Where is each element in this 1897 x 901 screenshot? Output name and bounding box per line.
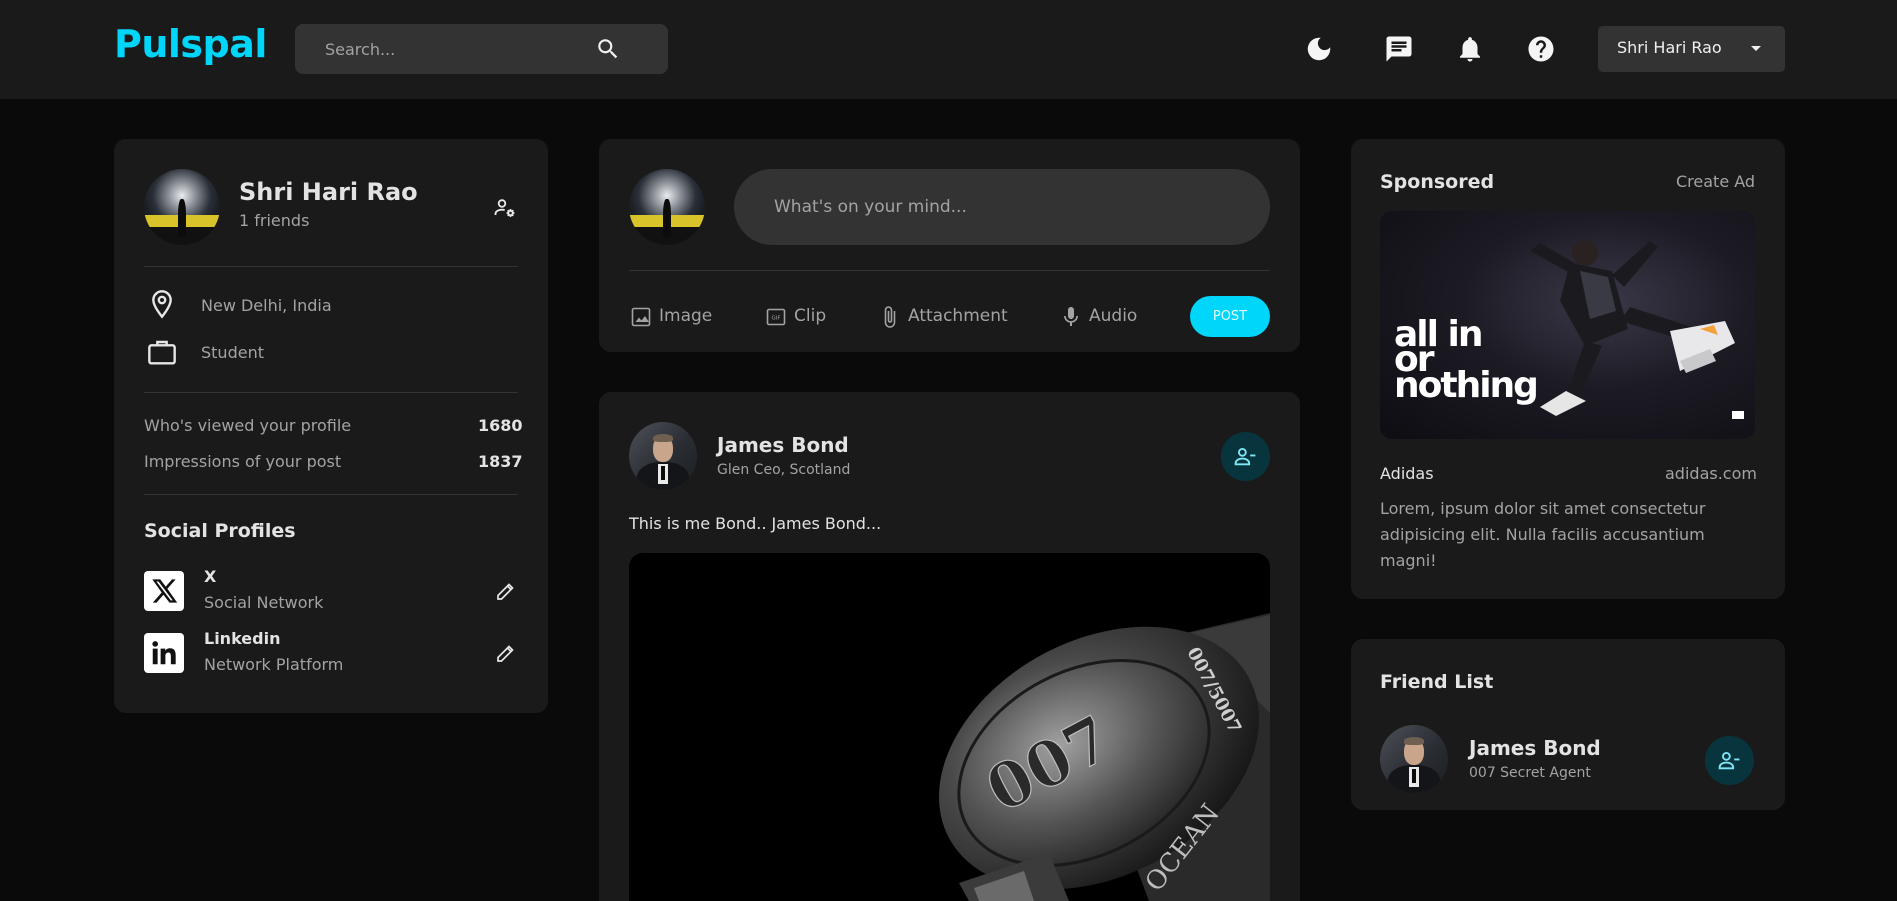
post-submit-button[interactable]: POST — [1190, 296, 1270, 337]
search-bar — [295, 24, 668, 74]
profile-avatar[interactable] — [144, 169, 220, 245]
friend-avatar[interactable] — [1380, 725, 1448, 793]
footballer-figure — [1530, 240, 1735, 416]
create-ad-link[interactable]: Create Ad — [1676, 172, 1755, 191]
social-type-linkedin: Network Platform — [204, 655, 344, 674]
manage-accounts-icon[interactable] — [493, 196, 517, 220]
profile-divider — [144, 392, 518, 393]
sponsored-heading: Sponsored — [1380, 171, 1495, 193]
linkedin-logo-icon — [144, 633, 184, 673]
profile-divider — [144, 266, 518, 267]
add-audio-label: Audio — [1089, 306, 1138, 326]
post-image[interactable]: 007 007/5007 OCEAN — [629, 553, 1270, 901]
edit-pencil-icon[interactable] — [494, 579, 518, 603]
profile-divider — [144, 494, 518, 495]
svg-text:GIF: GIF — [771, 316, 780, 322]
social-profiles-heading: Social Profiles — [144, 520, 296, 542]
profile-name[interactable]: Shri Hari Rao — [239, 178, 418, 206]
add-image-label: Image — [659, 306, 713, 326]
ad-text-line-3: nothing — [1394, 365, 1537, 406]
post-author-location: Glen Ceo, Scotland — [717, 462, 851, 478]
social-name-linkedin: Linkedin — [204, 629, 281, 648]
image-icon — [631, 307, 651, 327]
composer-divider — [629, 270, 1270, 271]
user-menu-dropdown[interactable]: Shri Hari Rao — [1598, 26, 1785, 72]
post-text: This is me Bond.. James Bond... — [629, 514, 882, 533]
help-icon[interactable] — [1526, 34, 1556, 64]
briefcase-icon — [148, 340, 176, 365]
friend-subtitle: 007 Secret Agent — [1469, 765, 1591, 781]
profile-occupation: Student — [201, 343, 264, 362]
social-name-x: X — [204, 567, 217, 586]
friend-name[interactable]: James Bond — [1469, 736, 1601, 760]
edit-pencil-icon[interactable] — [494, 641, 518, 665]
search-input[interactable] — [295, 24, 595, 74]
user-menu-name: Shri Hari Rao — [1617, 38, 1722, 57]
location-pin-icon — [152, 290, 172, 319]
person-remove-icon — [1718, 751, 1740, 770]
add-clip-button[interactable]: GIF Clip — [764, 303, 826, 331]
microphone-icon — [1064, 307, 1078, 326]
chat-icon[interactable] — [1384, 34, 1414, 64]
composer-avatar — [629, 169, 705, 245]
app-logo[interactable]: Pulspal — [114, 22, 267, 66]
stat-value-profile-views: 1680 — [478, 416, 523, 435]
ad-photo: all in or nothing — [1394, 240, 1744, 419]
add-clip-label: Clip — [794, 306, 827, 326]
add-image-button[interactable]: Image — [629, 303, 713, 331]
attachment-icon — [884, 306, 896, 328]
watch-photo: 007 007/5007 OCEAN — [939, 613, 1270, 901]
gif-icon: GIF — [766, 308, 786, 326]
post-author-name[interactable]: James Bond — [717, 433, 849, 457]
friend-list-heading: Friend List — [1380, 671, 1494, 693]
search-icon[interactable] — [595, 36, 621, 62]
top-navbar: Pulspal Shri Hari Rao — [0, 0, 1897, 99]
post-text-input[interactable] — [734, 169, 1270, 245]
profile-location: New Delhi, India — [201, 296, 332, 315]
add-audio-button[interactable]: Audio — [1059, 303, 1139, 331]
add-attachment-label: Attachment — [908, 306, 1008, 326]
caret-down-icon — [1751, 46, 1761, 51]
person-remove-icon — [1234, 447, 1256, 466]
profile-friend-count: 1 friends — [239, 211, 310, 230]
stat-value-impressions: 1837 — [478, 452, 523, 471]
ad-image[interactable]: all in or nothing — [1380, 211, 1755, 439]
post-author-avatar[interactable] — [629, 422, 697, 490]
stat-label-profile-views: Who's viewed your profile — [144, 416, 352, 435]
add-attachment-button[interactable]: Attachment — [878, 303, 1008, 331]
ad-description: Lorem, ipsum dolor sit amet consectetur … — [1380, 499, 1706, 570]
social-type-x: Social Network — [204, 593, 324, 612]
bell-icon[interactable] — [1455, 34, 1485, 64]
moon-icon[interactable] — [1304, 34, 1334, 64]
remove-friend-button[interactable] — [1221, 432, 1270, 481]
ad-brand-name: Adidas — [1380, 464, 1434, 483]
ad-url-link[interactable]: adidas.com — [1665, 464, 1757, 483]
x-logo-icon — [144, 571, 184, 611]
stat-label-impressions: Impressions of your post — [144, 452, 342, 471]
remove-friend-button[interactable] — [1705, 736, 1754, 785]
